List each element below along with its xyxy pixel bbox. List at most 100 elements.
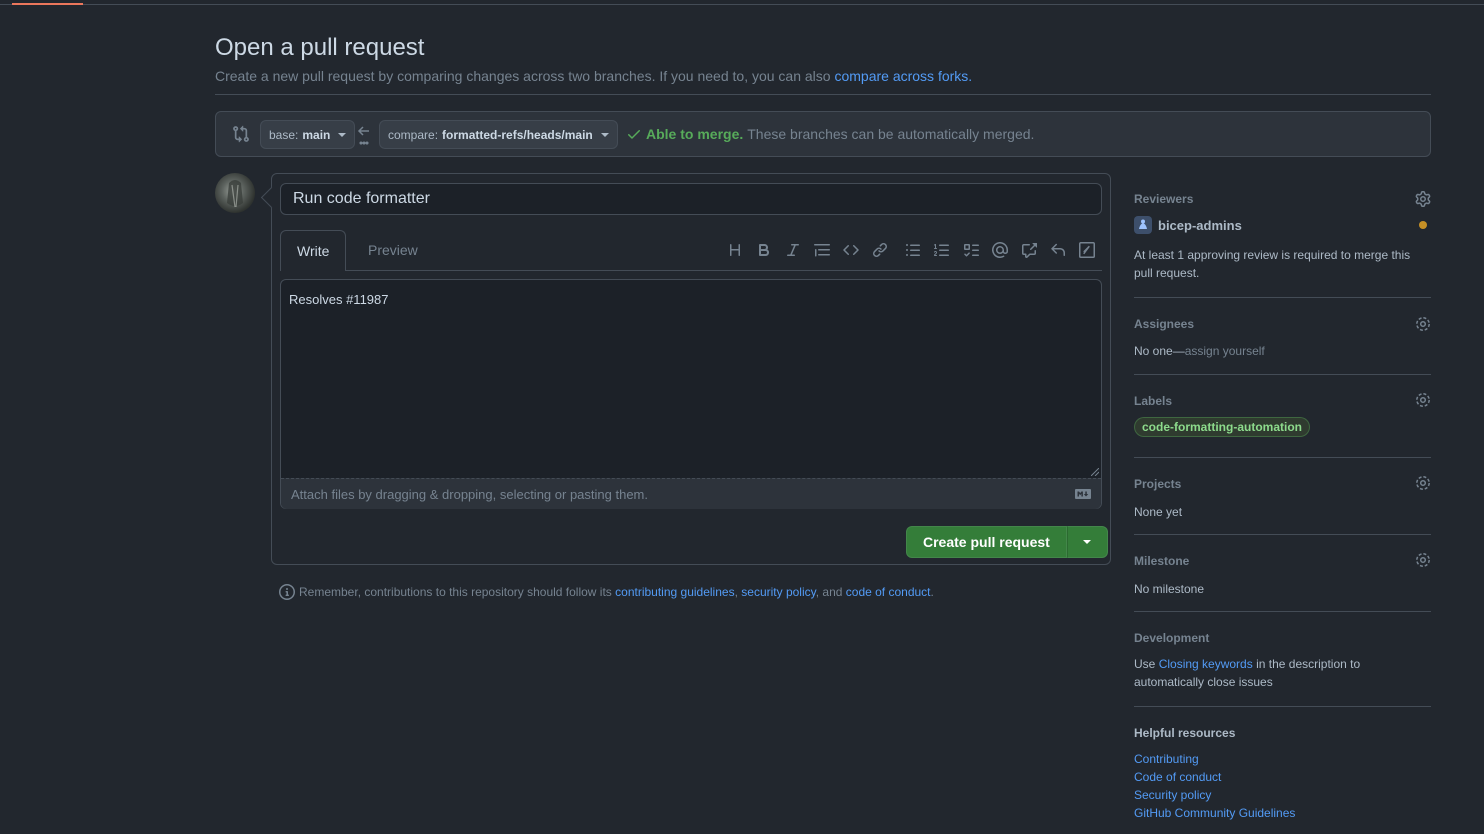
code-of-conduct-resource-link[interactable]: Code of conduct xyxy=(1134,768,1295,786)
branch-range-editor: base: main compare: formatted-refs/heads… xyxy=(215,111,1431,157)
reminder-prefix: Remember, contributions to this reposito… xyxy=(299,585,612,599)
milestone-section: Milestone No milestone xyxy=(1134,535,1431,612)
gear-icon[interactable] xyxy=(1415,191,1431,207)
arrow-left-icon xyxy=(357,126,369,145)
active-tab-indicator xyxy=(12,3,83,5)
slash-command-icon[interactable] xyxy=(1072,240,1101,260)
reminder-end: . xyxy=(930,585,934,599)
bold-icon[interactable] xyxy=(749,240,778,260)
pr-title-input[interactable] xyxy=(280,183,1102,215)
helpful-links: Contributing Code of conduct Security po… xyxy=(1134,750,1295,822)
merge-ok-text: Able to merge. xyxy=(646,126,744,142)
assignees-section: Assignees No one—assign yourself xyxy=(1134,298,1431,375)
avatar[interactable] xyxy=(215,173,255,213)
label-list: code-formatting-automation xyxy=(1134,417,1310,437)
ordered-list-icon[interactable] xyxy=(927,240,956,260)
merge-status: Able to merge. These branches can be aut… xyxy=(626,126,1034,142)
create-pr-button[interactable]: Create pull request xyxy=(906,526,1067,558)
reminder-sep: , and xyxy=(815,585,843,599)
milestone-heading[interactable]: Milestone xyxy=(1134,554,1189,568)
projects-section: Projects None yet xyxy=(1134,458,1431,535)
development-pre: Use xyxy=(1134,657,1156,671)
security-policy-link[interactable]: security policy xyxy=(741,585,815,599)
pr-body-textarea[interactable]: Resolves #11987 Attach files by dragging… xyxy=(280,279,1102,509)
file-attachment-bar[interactable]: Attach files by dragging & dropping, sel… xyxy=(281,478,1101,509)
contributing-guidelines-link[interactable]: contributing guidelines xyxy=(615,585,734,599)
base-branch-name: main xyxy=(302,127,331,142)
compare-branch-selector[interactable]: compare: formatted-refs/heads/main xyxy=(379,120,618,149)
projects-value: None yet xyxy=(1134,505,1183,519)
label-pill[interactable]: code-formatting-automation xyxy=(1134,417,1310,437)
markdown-icon xyxy=(1075,489,1091,499)
merge-status-text: These branches can be automatically merg… xyxy=(747,126,1035,142)
assign-yourself-link[interactable]: assign yourself xyxy=(1185,344,1265,358)
reply-icon[interactable] xyxy=(1043,240,1072,260)
projects-heading[interactable]: Projects xyxy=(1134,477,1181,491)
assignees-heading[interactable]: Assignees xyxy=(1134,317,1194,331)
chevron-down-icon xyxy=(338,132,347,137)
heading-icon[interactable] xyxy=(720,240,749,260)
create-pr-dropdown[interactable] xyxy=(1066,526,1108,558)
reviewers-note: At least 1 approving review is required … xyxy=(1134,248,1411,280)
gear-icon[interactable] xyxy=(1415,392,1431,408)
page-subtitle: Create a new pull request by comparing c… xyxy=(215,68,972,84)
assignees-value: No one—assign yourself xyxy=(1134,342,1265,360)
header-border xyxy=(0,4,1484,5)
community-guidelines-link[interactable]: GitHub Community Guidelines xyxy=(1134,804,1295,822)
reviewer-name: bicep-admins xyxy=(1158,217,1242,233)
gear-icon[interactable] xyxy=(1415,475,1431,491)
markdown-toolbar xyxy=(720,240,1101,260)
avatar-image xyxy=(227,180,243,208)
reviewers-heading[interactable]: Reviewers xyxy=(1134,192,1193,206)
divider xyxy=(215,94,1431,95)
development-section: Development Use Closing keywords in the … xyxy=(1134,612,1431,707)
unordered-list-icon[interactable] xyxy=(898,240,927,260)
italic-icon[interactable] xyxy=(778,240,807,260)
create-pr-button-group: Create pull request xyxy=(906,526,1108,558)
contribution-reminder: Remember, contributions to this reposito… xyxy=(279,584,934,600)
pr-body-text: Resolves #11987 xyxy=(289,292,389,307)
code-icon[interactable] xyxy=(836,240,865,260)
helpful-resources-heading: Helpful resources xyxy=(1134,726,1236,740)
new-pr-form: Write Preview Resolves #11987 Attach fil… xyxy=(271,173,1111,565)
security-policy-resource-link[interactable]: Security policy xyxy=(1134,786,1295,804)
compare-prefix: compare: xyxy=(388,127,439,142)
reviewer-item[interactable]: bicep-admins xyxy=(1134,216,1431,234)
gear-icon[interactable] xyxy=(1415,316,1431,332)
page-title: Open a pull request xyxy=(215,34,425,61)
tab-write[interactable]: Write xyxy=(280,230,347,271)
closing-keywords-link[interactable]: Closing keywords xyxy=(1159,657,1253,671)
tab-preview[interactable]: Preview xyxy=(352,230,434,270)
resize-handle-icon[interactable] xyxy=(1091,468,1099,476)
milestone-value: No milestone xyxy=(1134,582,1205,596)
labels-section: Labels code-formatting-automation xyxy=(1134,375,1431,458)
team-avatar-icon xyxy=(1134,216,1152,234)
task-list-icon[interactable] xyxy=(956,240,985,260)
contributing-link[interactable]: Contributing xyxy=(1134,750,1295,768)
subtitle-text: Create a new pull request by comparing c… xyxy=(215,68,831,84)
link-icon[interactable] xyxy=(865,240,894,260)
development-heading: Development xyxy=(1134,631,1210,645)
tabs-divider xyxy=(280,270,1102,271)
reminder-text: Remember, contributions to this reposito… xyxy=(299,585,934,599)
compare-across-forks-link[interactable]: compare across forks. xyxy=(834,68,972,84)
helpful-resources-section: Helpful resources Contributing Code of c… xyxy=(1134,707,1431,827)
info-icon xyxy=(279,584,295,600)
code-of-conduct-link[interactable]: code of conduct xyxy=(846,585,931,599)
development-text: Use Closing keywords in the description … xyxy=(1134,655,1404,691)
pending-review-dot xyxy=(1419,221,1427,229)
assignees-none: No one— xyxy=(1134,344,1185,358)
cross-reference-icon[interactable] xyxy=(1014,240,1043,260)
mention-icon[interactable] xyxy=(985,240,1014,260)
quote-icon[interactable] xyxy=(807,240,836,260)
labels-heading[interactable]: Labels xyxy=(1134,394,1172,408)
pr-sidebar: Reviewers bicep-admins At least 1 approv… xyxy=(1134,183,1431,827)
gear-icon[interactable] xyxy=(1415,552,1431,568)
reviewers-section: Reviewers bicep-admins At least 1 approv… xyxy=(1134,183,1431,298)
check-icon xyxy=(628,130,640,139)
base-prefix: base: xyxy=(269,127,299,142)
base-branch-selector[interactable]: base: main xyxy=(260,120,356,149)
git-compare-icon xyxy=(233,125,249,143)
attach-text: Attach files by dragging & dropping, sel… xyxy=(291,487,648,502)
compare-branch-name: formatted-refs/heads/main xyxy=(442,127,593,142)
